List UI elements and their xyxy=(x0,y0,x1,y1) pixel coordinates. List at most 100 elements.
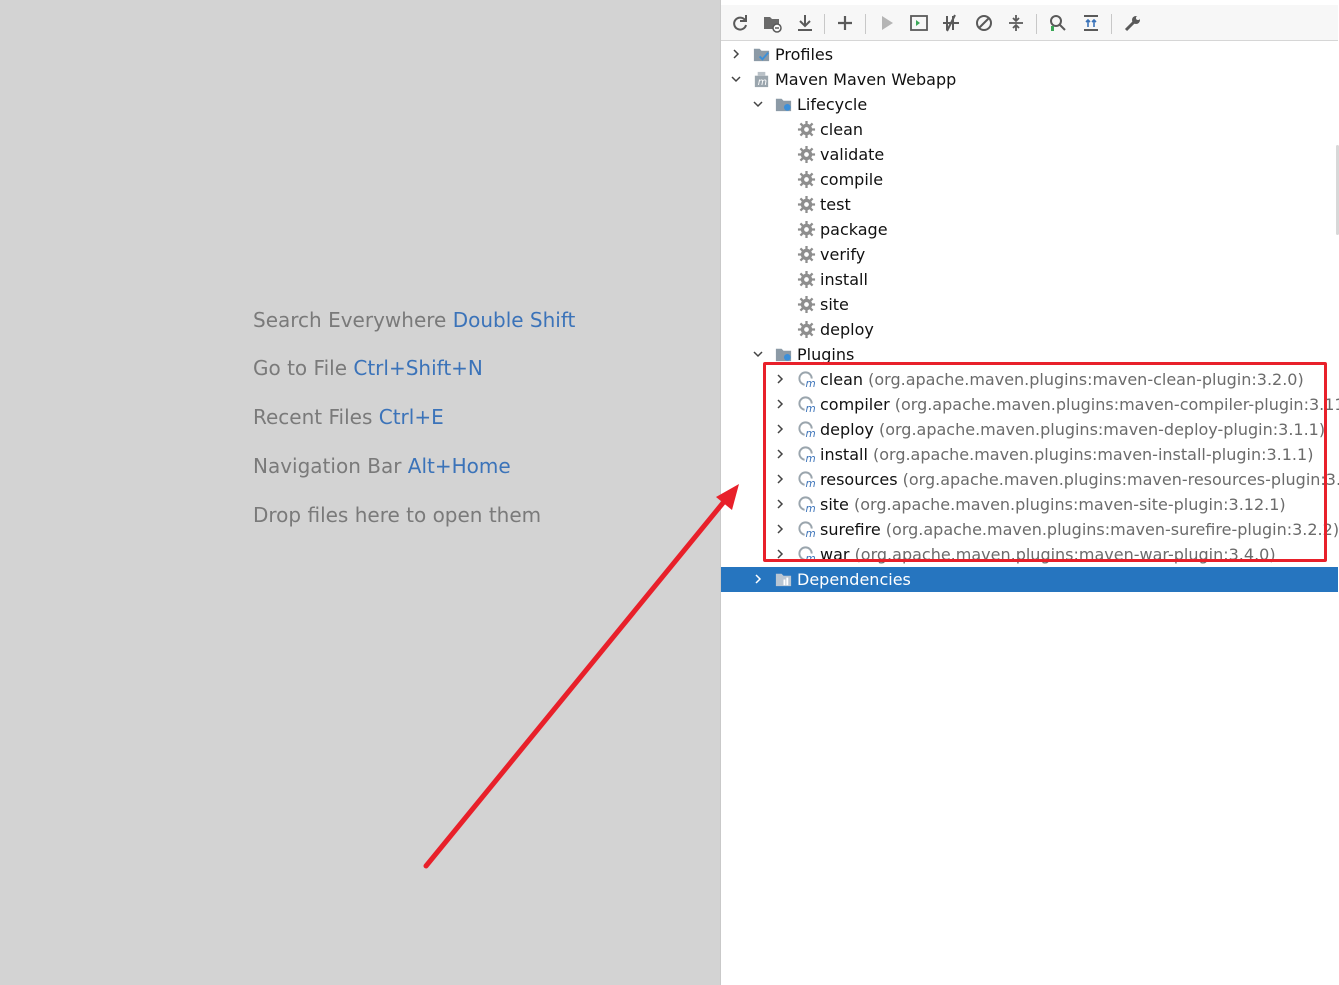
hint-search-everywhere: Search Everywhere Double Shift xyxy=(253,305,575,335)
chevron-right-icon[interactable] xyxy=(774,523,786,535)
hint-recent-files: Recent Files Ctrl+E xyxy=(253,402,444,432)
profiles-folder-icon xyxy=(753,48,770,62)
plugin-war[interactable]: m war (org.apache.maven.plugins:maven-war… xyxy=(721,542,1338,567)
hint-label: Search Everywhere xyxy=(253,308,447,332)
maven-plugin-icon: m xyxy=(798,496,816,514)
plugin-coordinates: (org.apache.maven.plugins:maven-deploy-p… xyxy=(878,420,1326,439)
lifecycle-phase-site[interactable]: site xyxy=(721,292,1338,317)
plugin-label: war (org.apache.maven.plugins:maven-war-… xyxy=(820,542,1276,567)
chevron-right-icon[interactable] xyxy=(774,548,786,560)
plugin-label: clean (org.apache.maven.plugins:maven-cl… xyxy=(820,367,1304,392)
lifecycle-phase-test[interactable]: test xyxy=(721,192,1338,217)
toggle-offline-icon[interactable] xyxy=(939,11,963,35)
svg-text:m: m xyxy=(758,77,767,88)
chevron-right-icon[interactable] xyxy=(774,498,786,510)
chevron-right-icon[interactable] xyxy=(774,448,786,460)
chevron-right-icon[interactable] xyxy=(774,373,786,385)
maven-plugin-icon: m xyxy=(798,421,816,439)
chevron-right-icon[interactable] xyxy=(752,573,764,585)
plugin-label: compiler (org.apache.maven.plugins:maven… xyxy=(820,392,1339,417)
plugin-name: site xyxy=(820,495,849,514)
plugin-label: resources (org.apache.maven.plugins:mave… xyxy=(820,467,1339,492)
plugin-coordinates: (org.apache.maven.plugins:maven-surefire… xyxy=(885,520,1339,539)
add-folder-icon[interactable] xyxy=(760,11,784,35)
hint-drop-files: Drop files here to open them xyxy=(253,500,541,530)
plugin-resources[interactable]: m resources (org.apache.maven.plugins:mav… xyxy=(721,467,1339,492)
maven-plugin-icon: m xyxy=(798,446,816,464)
lifecycle-phase-install[interactable]: install xyxy=(721,267,1338,292)
plugin-label: install (org.apache.maven.plugins:maven-… xyxy=(820,442,1313,467)
plugin-coordinates: (org.apache.maven.plugins:maven-site-plu… xyxy=(854,495,1286,514)
chevron-right-icon[interactable] xyxy=(774,423,786,435)
svg-text:m: m xyxy=(806,403,816,414)
download-icon[interactable] xyxy=(793,11,817,35)
tree-label: Plugins xyxy=(797,345,855,364)
maven-plugin-icon: m xyxy=(798,471,816,489)
gear-icon xyxy=(797,145,816,164)
reload-icon[interactable] xyxy=(728,11,752,35)
tree-node-dependencies[interactable]: Dependencies xyxy=(721,567,1338,592)
chevron-right-icon[interactable] xyxy=(774,473,786,485)
tree-label: clean xyxy=(820,120,864,139)
lifecycle-folder-icon xyxy=(775,98,792,112)
gear-icon xyxy=(797,195,816,214)
chevron-down-icon[interactable] xyxy=(730,73,742,85)
plugin-clean[interactable]: m clean (org.apache.maven.plugins:maven-c… xyxy=(721,367,1338,392)
chevron-right-icon[interactable] xyxy=(730,48,742,60)
plugin-coordinates: (org.apache.maven.plugins:maven-install-… xyxy=(872,445,1314,464)
plugin-name: deploy xyxy=(820,420,874,439)
tree-label: Dependencies xyxy=(797,570,911,589)
lifecycle-phase-package[interactable]: package xyxy=(721,217,1338,242)
gear-icon xyxy=(797,245,816,264)
hint-shortcut: Alt+Home xyxy=(407,454,511,478)
tree-label: compile xyxy=(820,170,884,189)
maven-toolbar xyxy=(721,5,1338,41)
plugin-coordinates: (org.apache.maven.plugins:maven-clean-pl… xyxy=(868,370,1304,389)
plugin-coordinates: (org.apache.maven.plugins:maven-compiler… xyxy=(894,395,1339,414)
plugin-compiler[interactable]: m compiler (org.apache.maven.plugins:mave… xyxy=(721,392,1339,417)
gear-icon xyxy=(797,120,816,139)
tree-node-profiles[interactable]: Profiles xyxy=(721,42,1338,67)
plugin-coordinates: (org.apache.maven.plugins:maven-war-plug… xyxy=(854,545,1276,564)
tree-node-project[interactable]: m Maven Maven Webapp xyxy=(721,67,1338,92)
maven-plugin-icon: m xyxy=(798,396,816,414)
analyze-dependencies-icon[interactable] xyxy=(1046,11,1070,35)
hint-label: Go to File xyxy=(253,356,347,380)
terminal-icon[interactable] xyxy=(907,11,931,35)
plugin-label: deploy (org.apache.maven.plugins:maven-d… xyxy=(820,417,1325,442)
lifecycle-phase-clean[interactable]: clean xyxy=(721,117,1338,142)
plugin-deploy[interactable]: m deploy (org.apache.maven.plugins:maven-… xyxy=(721,417,1338,442)
hint-shortcut: Ctrl+Shift+N xyxy=(353,356,483,380)
lifecycle-phase-verify[interactable]: verify xyxy=(721,242,1338,267)
hint-navigation-bar: Navigation Bar Alt+Home xyxy=(253,451,511,481)
collapse-icon[interactable] xyxy=(1004,11,1028,35)
plugin-coordinates: (org.apache.maven.plugins:maven-resource… xyxy=(902,470,1339,489)
settings-wrench-icon[interactable] xyxy=(1121,11,1145,35)
editor-empty-area: Search Everywhere Double Shift Go to Fil… xyxy=(0,0,720,985)
svg-text:m: m xyxy=(806,553,816,564)
tree-node-lifecycle[interactable]: Lifecycle xyxy=(721,92,1338,117)
tree-label: package xyxy=(820,220,888,239)
maven-plugin-icon: m xyxy=(798,546,816,564)
tree-label: site xyxy=(820,295,849,314)
hint-go-to-file: Go to File Ctrl+Shift+N xyxy=(253,353,483,383)
tree-label: install xyxy=(820,270,868,289)
svg-text:m: m xyxy=(806,503,816,514)
tree-node-plugins[interactable]: Plugins xyxy=(721,342,1338,367)
chevron-right-icon[interactable] xyxy=(774,398,786,410)
skip-tests-icon[interactable] xyxy=(972,11,996,35)
lifecycle-phase-compile[interactable]: compile xyxy=(721,167,1338,192)
plugin-install[interactable]: m install (org.apache.maven.plugins:maven… xyxy=(721,442,1338,467)
run-icon[interactable] xyxy=(875,11,899,35)
chevron-down-icon[interactable] xyxy=(752,348,764,360)
tree-label: verify xyxy=(820,245,866,264)
plugin-site[interactable]: m site (org.apache.maven.plugins:maven-si… xyxy=(721,492,1338,517)
hint-shortcut: Ctrl+E xyxy=(378,405,444,429)
lifecycle-phase-validate[interactable]: validate xyxy=(721,142,1338,167)
gear-icon xyxy=(797,170,816,189)
lifecycle-phase-deploy[interactable]: deploy xyxy=(721,317,1338,342)
plugin-surefire[interactable]: m surefire (org.apache.maven.plugins:mave… xyxy=(721,517,1339,542)
expand-all-icon[interactable] xyxy=(1079,11,1103,35)
plus-icon[interactable] xyxy=(833,11,857,35)
chevron-down-icon[interactable] xyxy=(752,98,764,110)
